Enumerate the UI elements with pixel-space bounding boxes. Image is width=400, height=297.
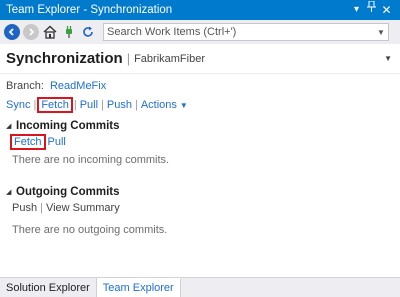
action-separator: | — [73, 99, 77, 111]
incoming-fetch-link[interactable]: Fetch — [10, 134, 46, 150]
incoming-commits-section: ◢ Incoming Commits Fetch Pull There are … — [6, 120, 394, 166]
tab-solution-explorer[interactable]: Solution Explorer — [0, 278, 97, 297]
page-dropdown-icon[interactable]: ▼ — [384, 54, 392, 63]
action-separator: | — [33, 99, 37, 111]
incoming-links: Fetch Pull — [10, 134, 394, 150]
search-dropdown-icon[interactable]: ▼ — [374, 28, 388, 37]
branch-link[interactable]: ReadMeFix — [50, 80, 106, 92]
push-link[interactable]: Push — [107, 99, 132, 111]
search-input[interactable] — [107, 25, 374, 39]
sync-link[interactable]: Sync — [6, 99, 30, 111]
window-dropdown-button[interactable]: ▾ — [349, 0, 364, 20]
project-name: FabrikamFiber — [134, 52, 205, 65]
tab-team-explorer[interactable]: Team Explorer — [96, 278, 181, 297]
fetch-link[interactable]: Fetch — [37, 97, 73, 113]
refresh-icon[interactable] — [80, 24, 96, 40]
forward-arrow-icon[interactable] — [23, 24, 39, 40]
pin-icon[interactable] — [364, 0, 379, 20]
collapse-triangle-icon[interactable]: ◢ — [6, 188, 16, 196]
plug-icon[interactable] — [61, 24, 77, 40]
bottom-tab-strip: Solution Explorer Team Explorer — [0, 277, 400, 297]
window-title: Team Explorer - Synchronization — [6, 4, 173, 16]
action-separator: | — [40, 202, 43, 214]
actions-menu-label: Actions — [140, 99, 177, 111]
toolbar: ▼ — [0, 20, 400, 44]
branch-row: Branch: ReadMeFix — [6, 80, 106, 92]
action-separator: | — [101, 99, 104, 111]
branch-label: Branch: — [6, 80, 44, 92]
actions-menu[interactable]: Actions ▼ — [141, 99, 188, 111]
outgoing-empty-message: There are no outgoing commits. — [12, 224, 168, 236]
page-title: Synchronization — [6, 50, 123, 67]
collapse-triangle-icon[interactable]: ◢ — [6, 122, 16, 130]
incoming-commits-title: Incoming Commits — [16, 120, 120, 132]
back-arrow-icon[interactable] — [4, 24, 20, 40]
outgoing-commits-section: ◢ Outgoing Commits Push | View Summary T… — [6, 186, 394, 236]
close-button[interactable]: ✕ — [379, 0, 394, 20]
action-separator: | — [134, 99, 138, 111]
outgoing-links: Push | View Summary — [12, 202, 394, 214]
outgoing-commits-header[interactable]: ◢ Outgoing Commits — [6, 186, 394, 198]
outgoing-push-link[interactable]: Push — [12, 202, 37, 214]
outgoing-commits-title: Outgoing Commits — [16, 186, 120, 198]
header-separator: | — [126, 51, 131, 66]
view-summary-link[interactable]: View Summary — [46, 202, 120, 214]
incoming-empty-message: There are no incoming commits. — [12, 154, 170, 166]
window-title-bar: Team Explorer - Synchronization ▾ ✕ — [0, 0, 400, 20]
pull-link[interactable]: Pull — [80, 99, 98, 111]
incoming-commits-header[interactable]: ◢ Incoming Commits — [6, 120, 394, 132]
page-header: Synchronization | FabrikamFiber ▼ — [0, 44, 400, 74]
actions-row: Sync | Fetch | Pull | Push | Actions ▼ — [6, 96, 188, 114]
chevron-down-icon: ▼ — [179, 101, 188, 110]
incoming-pull-link[interactable]: Pull — [48, 136, 66, 148]
search-box[interactable]: ▼ — [103, 23, 389, 41]
home-icon[interactable] — [42, 24, 58, 40]
